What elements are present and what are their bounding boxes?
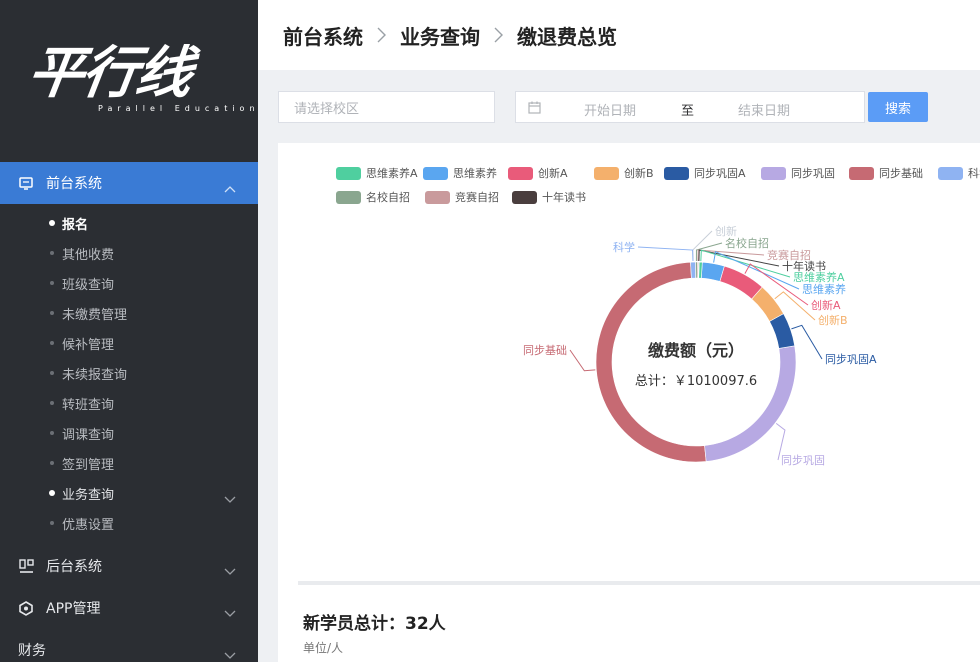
bullet-icon [50, 341, 54, 345]
chevron-down-icon [224, 603, 236, 622]
submenu-item-label: 业务查询 [62, 487, 115, 503]
chevron-right-icon [494, 27, 503, 43]
submenu-item-transfer[interactable]: 转班查询 [0, 388, 258, 418]
slice-label: 创新 [715, 224, 737, 238]
page-title: 缴退费总览 [517, 24, 617, 49]
submenu-item-enroll[interactable]: 报名 [0, 208, 258, 238]
submenu-item-class-query[interactable]: 班级查询 [0, 268, 258, 298]
hexagon-icon [18, 600, 34, 616]
end-date-input[interactable]: 结束日期 [738, 100, 790, 119]
slice-label: 名校自招 [725, 236, 769, 250]
chevron-down-icon [224, 489, 236, 508]
submenu-item-other-fees[interactable]: 其他收费 [0, 238, 258, 268]
monitor-icon [18, 175, 34, 191]
divider [298, 581, 980, 585]
bullet-icon [50, 251, 54, 255]
submenu-item-label: 未缴费管理 [62, 307, 128, 323]
logo-subtitle: Parallel Education [98, 104, 258, 113]
menu-frontdesk-label: 前台系统 [46, 176, 102, 192]
school-select[interactable]: 请选择校区 [278, 91, 495, 123]
pie-slice[interactable] [704, 345, 797, 462]
bullet-icon [50, 521, 54, 525]
submenu-item-label: 调课查询 [62, 427, 115, 443]
submenu-item-label: 签到管理 [62, 457, 115, 473]
slice-label: 同步基础 [523, 344, 567, 357]
bullet-icon [50, 281, 54, 285]
bullet-icon [50, 401, 54, 405]
submenu-item-label: 未续报查询 [62, 367, 128, 383]
chevron-down-icon [224, 561, 236, 580]
bullet-icon [50, 311, 54, 315]
range-separator: 至 [681, 104, 695, 119]
label-leader-line [637, 246, 694, 262]
search-button[interactable]: 搜索 [868, 92, 928, 122]
chart-title: 缴费额（元） [648, 341, 744, 360]
donut-chart: 缴费额（元） 总计：￥1010097.6 创新名校自招科学竞赛自招十年读书思维素… [523, 224, 877, 467]
menu-app-label: APP管理 [46, 601, 101, 617]
logo: 平行线 Parallel Education [24, 41, 255, 113]
submenu-item-label: 其他收费 [62, 247, 115, 263]
logo-text: 平行线 [23, 41, 195, 106]
sidebar: 平行线 Parallel Education 前台系统 报名 其他收费 班级查询… [0, 0, 258, 662]
bullet-icon [50, 431, 54, 435]
submenu-frontdesk: 报名 其他收费 班级查询 未缴费管理 候补管理 未续报查询 转班查询 调课查询 … [0, 208, 258, 538]
unit-label: 单位/人 [303, 641, 344, 655]
school-select-placeholder: 请选择校区 [294, 101, 360, 117]
chart-subtitle: 总计：￥1010097.6 [635, 374, 757, 389]
pie-slice[interactable] [700, 261, 725, 282]
bullet-icon [49, 220, 55, 226]
breadcrumb-item[interactable]: 业务查询 [400, 21, 480, 50]
menu-finance[interactable]: 财务 [0, 629, 258, 662]
menu-backend[interactable]: 后台系统 [0, 545, 258, 587]
slice-label: 同步巩固 [781, 454, 825, 467]
slice-label: 思维素养 [802, 282, 846, 296]
menu-backend-label: 后台系统 [46, 559, 102, 575]
pie-slice[interactable] [595, 261, 707, 463]
menu-frontdesk[interactable]: 前台系统 [0, 162, 258, 204]
header-breadcrumb: 前台系统 业务查询 缴退费总览 [258, 0, 980, 70]
chevron-up-icon [224, 178, 236, 197]
new-students-total: 新学员总计：32人 [303, 614, 446, 634]
submenu-item-label: 候补管理 [62, 337, 115, 353]
submenu-item-discount[interactable]: 优惠设置 [0, 508, 258, 538]
layout-icon [18, 558, 34, 574]
label-leader-line [569, 349, 596, 372]
slice-label: 思维素养A [793, 270, 845, 284]
submenu-item-not-renewed[interactable]: 未续报查询 [0, 358, 258, 388]
slice-label: 创新A [811, 298, 841, 312]
breadcrumb-item[interactable]: 前台系统 [283, 21, 363, 50]
submenu-item-unpaid[interactable]: 未缴费管理 [0, 298, 258, 328]
submenu-item-business-query[interactable]: 业务查询 [0, 478, 258, 508]
submenu-item-checkin[interactable]: 签到管理 [0, 448, 258, 478]
submenu-item-label: 报名 [62, 217, 89, 233]
submenu-item-reschedule[interactable]: 调课查询 [0, 418, 258, 448]
start-date-input[interactable]: 开始日期 [584, 100, 636, 119]
chevron-down-icon [224, 645, 236, 662]
chart-panel: 思维素养A思维素养创新A创新B同步巩固A同步巩固同步基础科学名校自招竞赛自招十年… [278, 143, 980, 662]
menu-finance-label: 财务 [18, 643, 46, 659]
date-range-picker[interactable]: 开始日期 至 结束日期 [515, 91, 865, 123]
slice-label: 同步巩固A [825, 353, 877, 366]
bullet-icon [50, 371, 54, 375]
submenu-item-label: 优惠设置 [62, 517, 115, 533]
pie-slice[interactable] [719, 265, 763, 300]
submenu-item-label: 转班查询 [62, 397, 115, 413]
slice-label: 创新B [818, 313, 848, 327]
submenu-item-label: 班级查询 [62, 277, 115, 293]
label-leader-line [791, 324, 823, 360]
menu-app[interactable]: APP管理 [0, 587, 258, 629]
slice-label: 科学 [613, 240, 635, 254]
calendar-icon [528, 101, 541, 118]
pie-slice[interactable] [690, 261, 696, 279]
bullet-icon [50, 461, 54, 465]
chevron-right-icon [377, 27, 386, 43]
submenu-item-waitlist[interactable]: 候补管理 [0, 328, 258, 358]
bullet-icon [49, 490, 55, 496]
